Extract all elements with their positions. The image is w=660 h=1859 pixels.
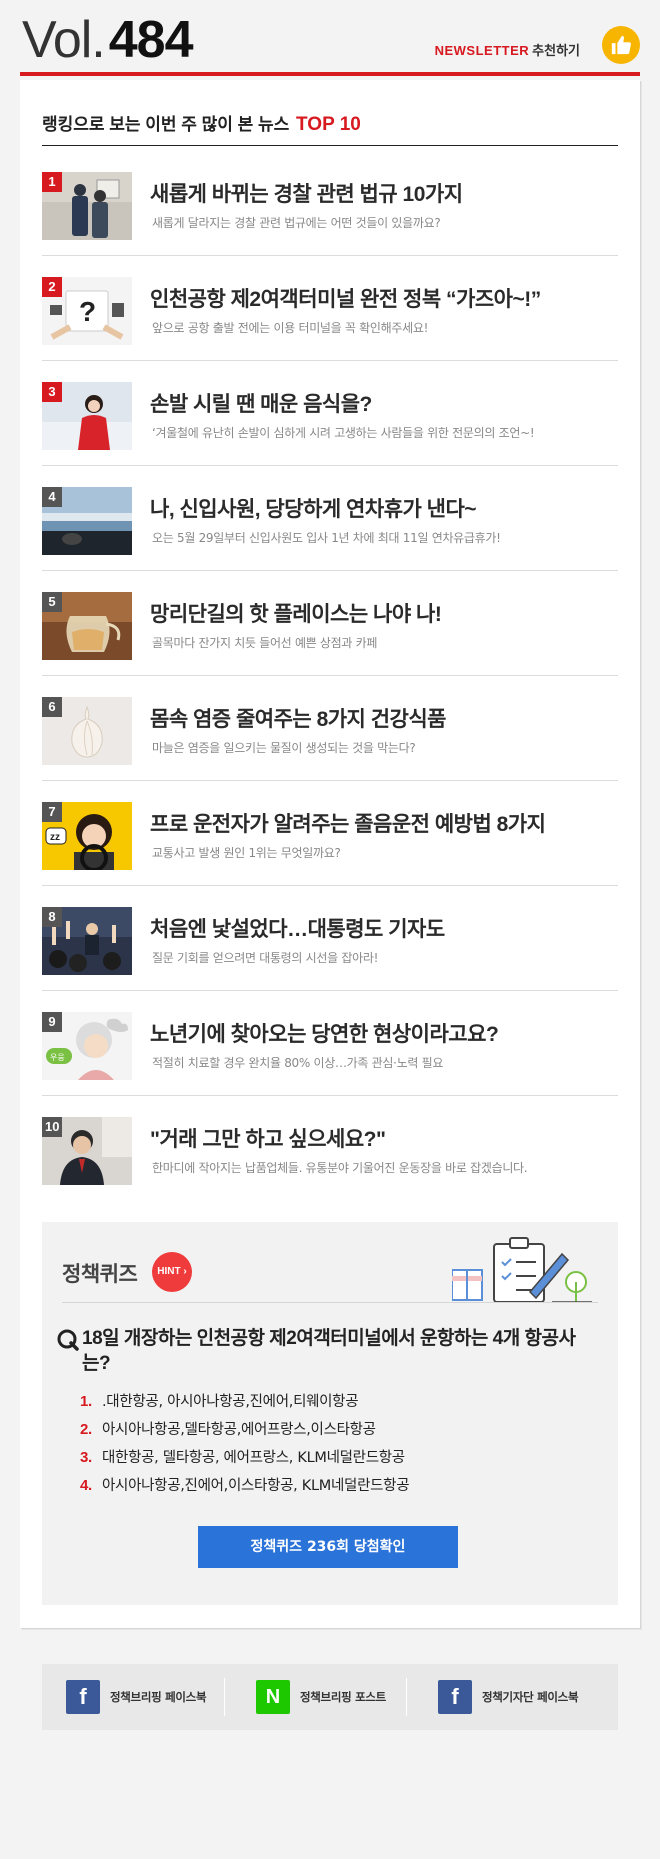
svg-text:우웅: 우웅 <box>50 1053 65 1062</box>
news-subtitle: 교통사고 발생 원인 1위는 무엇일까요? <box>152 846 341 860</box>
news-item[interactable]: 10 "거래 그만 하고 싶으세요?" 한마디에 작아지는 납품업체들. 유통분… <box>42 1096 618 1201</box>
newsletter-recommend-link[interactable]: NEWSLETTER 추천하기 <box>435 40 580 59</box>
news-title[interactable]: 망리단길의 핫 플레이스는 나야 나! <box>150 598 442 628</box>
thumbs-up-icon[interactable] <box>602 26 640 64</box>
news-subtitle: ‘겨울철에 유난히 손발이 심하게 시려 고생하는 사람들을 위한 전문의의 조… <box>152 426 535 440</box>
option-number: 1. <box>80 1393 92 1410</box>
news-title[interactable]: 새롭게 바뀌는 경찰 관련 법규 10가지 <box>150 178 463 208</box>
news-thumbnail[interactable]: 4 <box>42 487 132 555</box>
svg-text:zz: zz <box>50 832 60 843</box>
hint-label: HINT <box>157 1266 181 1277</box>
news-title[interactable]: 프로 운전자가 알려주는 졸음운전 예방법 8가지 <box>150 808 546 838</box>
news-thumbnail[interactable]: 8 <box>42 907 132 975</box>
ranking-title-text: 랭킹으로 보는 이번 주 많이 본 뉴스 <box>42 115 290 134</box>
news-thumbnail[interactable]: 3 <box>42 382 132 450</box>
rank-badge: 8 <box>42 907 62 927</box>
rank-badge: 1 <box>42 172 62 192</box>
question-q-icon <box>56 1328 80 1352</box>
news-thumbnail[interactable]: 10 <box>42 1117 132 1185</box>
quiz-option[interactable]: 2. 아시아나항공,델타항공,에어프랑스,이스타항공 <box>80 1418 376 1439</box>
footer-link-briefing-post[interactable]: N 정책브리핑 포스트 <box>256 1679 386 1715</box>
footer-link-label: 정책브리핑 포스트 <box>300 1690 386 1704</box>
news-thumbnail[interactable]: 5 <box>42 592 132 660</box>
news-thumbnail[interactable]: ? 2 <box>42 277 132 345</box>
hint-button[interactable]: HINT › <box>152 1252 192 1292</box>
news-item[interactable]: zz 7 프로 운전자가 알려주는 졸음운전 예방법 8가지 교통사고 발생 원… <box>42 781 618 886</box>
newsletter-card: 랭킹으로 보는 이번 주 많이 본 뉴스 TOP 10 1 새롭게 바뀌는 경찰… <box>20 80 640 1628</box>
rank-badge: 9 <box>42 1012 62 1032</box>
svg-text:?: ? <box>79 296 96 327</box>
header: Vol.484 NEWSLETTER 추천하기 <box>20 0 640 76</box>
quiz-option[interactable]: 1. .대한항공, 아시아나항공,진에어,티웨이항공 <box>80 1390 359 1411</box>
rank-badge: 4 <box>42 487 62 507</box>
news-subtitle: 골목마다 잔가지 치듯 들어선 예쁜 상점과 카페 <box>152 636 378 650</box>
rank-badge: 6 <box>42 697 62 717</box>
newsletter-label: NEWSLETTER <box>434 43 530 58</box>
news-subtitle: 새롭게 달라지는 경찰 관련 법규에는 어떤 것들이 있을까요? <box>152 216 441 230</box>
news-title[interactable]: 나, 신입사원, 당당하게 연차휴가 낸다~ <box>150 493 477 523</box>
option-number: 4. <box>80 1477 92 1494</box>
news-item[interactable]: 6 몸속 염증 줄여주는 8가지 건강식품 마늘은 염증을 일으키는 물질이 생… <box>42 676 618 781</box>
news-item[interactable]: ? 2 인천공항 제2여객터미널 완전 정복 “가즈아~!” 앞으로 공항 출발… <box>42 256 618 361</box>
option-text: 아시아나항공,델타항공,에어프랑스,이스타항공 <box>102 1422 376 1438</box>
news-title[interactable]: "거래 그만 하고 싶으세요?" <box>150 1123 386 1153</box>
news-title[interactable]: 손발 시릴 땐 매운 음식을? <box>150 388 372 418</box>
news-item[interactable]: 8 처음엔 낯설었다…대통령도 기자도 질문 기회를 얻으려면 대통령의 시선을… <box>42 886 618 991</box>
rank-badge: 2 <box>42 277 62 297</box>
footer-link-label: 정책브리핑 페이스북 <box>110 1690 207 1704</box>
quiz-question: 18일 개장하는 인천공항 제2여객터미널에서 운항하는 4개 항공사는? <box>82 1328 576 1374</box>
clipboard-illustration-icon <box>451 1232 592 1304</box>
option-text: 아시아나항공,진에어,이스타항공, KLM네덜란드항공 <box>102 1478 410 1494</box>
footer-link-briefing-facebook[interactable]: f 정책브리핑 페이스북 <box>66 1679 207 1715</box>
policy-quiz: 정책퀴즈 HINT › 18일 개장하는 인천공항 제2여객터미널에서 운항하는… <box>42 1222 618 1605</box>
news-item[interactable]: 5 망리단길의 핫 플레이스는 나야 나! 골목마다 잔가지 치듯 들어선 예쁜… <box>42 571 618 676</box>
news-item[interactable]: 우웅 9 노년기에 찾아오는 당연한 현상이라고요? 적절히 치료할 경우 완치… <box>42 991 618 1096</box>
news-thumbnail[interactable]: zz 7 <box>42 802 132 870</box>
volume-prefix: Vol. <box>22 11 106 69</box>
naver-post-icon: N <box>256 1680 290 1714</box>
footer-link-reporters-facebook[interactable]: f 정책기자단 페이스북 <box>438 1679 579 1715</box>
quiz-divider <box>62 1302 598 1303</box>
news-thumbnail[interactable]: 6 <box>42 697 132 765</box>
quiz-option[interactable]: 3. 대한항공, 델타항공, 에어프랑스, KLM네덜란드항공 <box>80 1446 405 1467</box>
option-number: 2. <box>80 1421 92 1438</box>
option-text: .대한항공, 아시아나항공,진에어,티웨이항공 <box>102 1394 359 1410</box>
news-item[interactable]: 4 나, 신입사원, 당당하게 연차휴가 낸다~ 오는 5월 29일부터 신입사… <box>42 466 618 571</box>
footer-divider <box>406 1678 407 1716</box>
quiz-option[interactable]: 4. 아시아나항공,진에어,이스타항공, KLM네덜란드항공 <box>80 1474 410 1495</box>
news-title[interactable]: 노년기에 찾아오는 당연한 현상이라고요? <box>150 1018 499 1048</box>
social-footer: f 정책브리핑 페이스북 N 정책브리핑 포스트 f 정책기자단 페이스북 <box>42 1664 618 1730</box>
news-item[interactable]: 1 새롭게 바뀌는 경찰 관련 법규 10가지 새롭게 달라지는 경찰 관련 법… <box>42 151 618 256</box>
quiz-title: 정책퀴즈 <box>62 1263 138 1286</box>
rank-badge: 7 <box>42 802 62 822</box>
news-subtitle: 앞으로 공항 출발 전에는 이용 터미널을 꼭 확인해주세요! <box>152 321 429 335</box>
news-title[interactable]: 처음엔 낯설었다…대통령도 기자도 <box>150 913 445 943</box>
news-thumbnail[interactable]: 우웅 9 <box>42 1012 132 1080</box>
volume-number: 484 <box>108 11 194 69</box>
news-thumbnail[interactable]: 1 <box>42 172 132 240</box>
news-title[interactable]: 인천공항 제2여객터미널 완전 정복 “가즈아~!” <box>150 283 541 313</box>
recommend-label: 추천하기 <box>532 43 580 58</box>
rank-badge: 10 <box>42 1117 63 1137</box>
ranking-title-highlight: TOP 10 <box>296 114 361 135</box>
facebook-icon: f <box>438 1680 472 1714</box>
quiz-winner-check-button[interactable]: 정책퀴즈 236회 당첨확인 <box>198 1526 458 1568</box>
facebook-icon: f <box>66 1680 100 1714</box>
option-number: 3. <box>80 1449 92 1466</box>
news-subtitle: 질문 기회를 얻으려면 대통령의 시선을 잡아라! <box>152 951 379 965</box>
news-item[interactable]: 3 손발 시릴 땐 매운 음식을? ‘겨울철에 유난히 손발이 심하게 시려 고… <box>42 361 618 466</box>
volume-title: Vol.484 <box>22 14 193 66</box>
news-subtitle: 적절히 치료할 경우 완치율 80% 이상…가족 관심·노력 필요 <box>152 1056 444 1070</box>
news-subtitle: 마늘은 염증을 일으키는 물질이 생성되는 것을 막는다? <box>152 741 416 755</box>
footer-divider <box>224 1678 225 1716</box>
rank-badge: 5 <box>42 592 62 612</box>
news-subtitle: 오는 5월 29일부터 신입사원도 입사 1년 차에 최대 11일 연차유급휴가… <box>152 531 501 545</box>
ranking-section-title: 랭킹으로 보는 이번 주 많이 본 뉴스 TOP 10 <box>42 110 618 146</box>
news-title[interactable]: 몸속 염증 줄여주는 8가지 건강식품 <box>150 703 447 733</box>
rank-badge: 3 <box>42 382 62 402</box>
news-subtitle: 한마디에 작아지는 납품업체들. 유통분야 기울어진 운동장을 바로 잡겠습니다… <box>152 1161 528 1175</box>
footer-link-label: 정책기자단 페이스북 <box>482 1690 579 1704</box>
option-text: 대한항공, 델타항공, 에어프랑스, KLM네덜란드항공 <box>102 1450 405 1466</box>
